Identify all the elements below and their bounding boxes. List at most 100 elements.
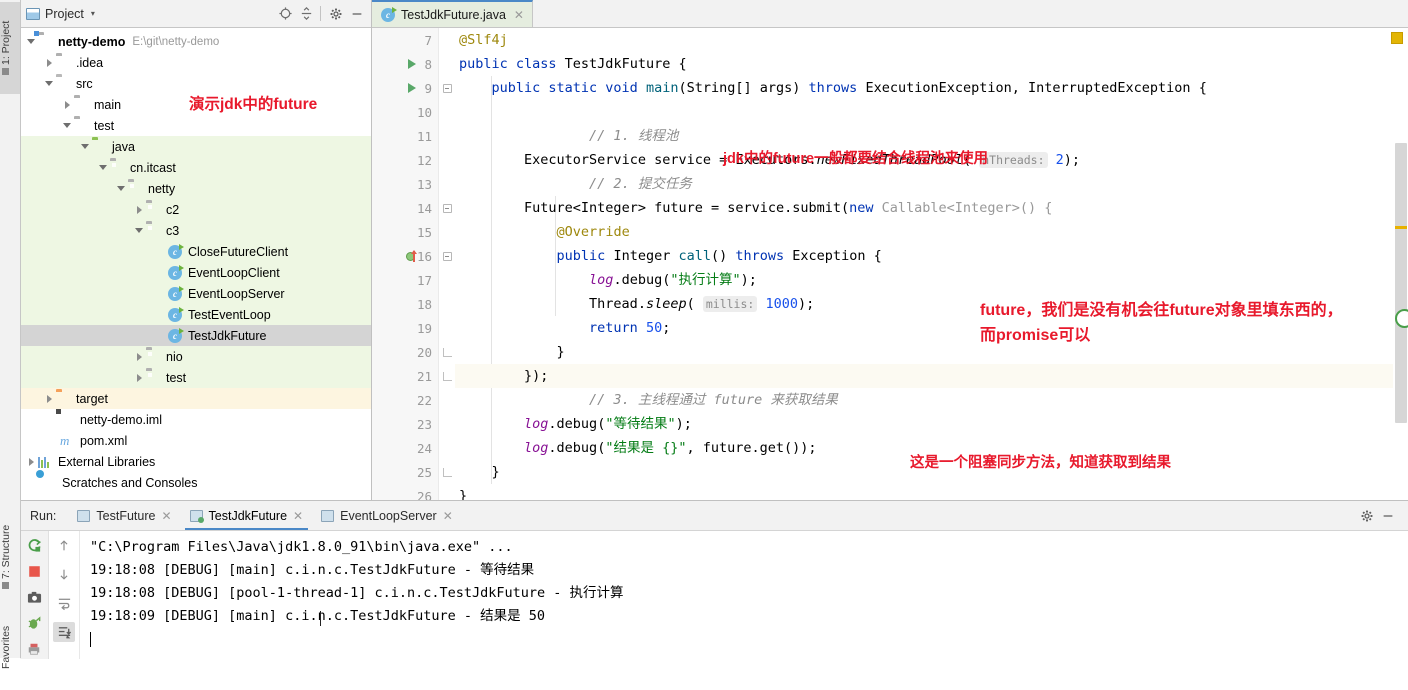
camera-icon[interactable] [23,587,45,607]
close-icon[interactable]: ✕ [161,509,171,523]
up-arrow-icon[interactable] [53,535,75,555]
code-line-16[interactable]: public Integer call() throws Exception { [455,244,1393,268]
tree-item-external-libraries[interactable]: External Libraries [20,451,371,472]
code-line-11[interactable]: // 1. 线程池 [455,124,1393,148]
code-line-17[interactable]: log.debug("执行计算"); [455,268,1393,292]
tree-item-c3[interactable]: c3 [20,220,371,241]
fold-collapse-icon[interactable] [442,251,452,261]
gear-icon[interactable] [1357,506,1377,526]
chevron-down-icon[interactable] [114,182,128,196]
soft-wrap-icon[interactable] [53,593,75,613]
tree-item-event-loop-server[interactable]: c EventLoopServer [20,283,371,304]
tool-tab-structure[interactable]: 7: Structure [0,508,20,606]
tree-item-cn-itcast[interactable]: cn.itcast [20,157,371,178]
down-arrow-icon[interactable] [53,564,75,584]
code-line-22[interactable]: // 3. 主线程通过 future 来获取结果 [455,388,1393,412]
code-line-21[interactable]: }); [455,364,1393,388]
chevron-down-icon[interactable] [96,161,110,175]
editor-gutter[interactable]: 7 8 9 10 11 12 13 14 15 16 17 18 19 20 2… [372,28,439,500]
tree-item-test-event-loop[interactable]: c TestEventLoop [20,304,371,325]
code-line-15[interactable]: @Override [455,220,1393,244]
tree-item-test-jdk-future[interactable]: c TestJdkFuture [20,325,371,346]
close-icon[interactable]: ✕ [293,509,303,523]
locate-icon[interactable] [275,4,295,24]
run-tab-test-jdk-future[interactable]: TestJdkFuture ✕ [181,501,313,530]
chevron-right-icon[interactable] [42,56,56,70]
chevron-down-icon[interactable] [60,119,74,133]
inspection-status-badge[interactable] [1391,32,1403,44]
code-editor[interactable]: 7 8 9 10 11 12 13 14 15 16 17 18 19 20 2… [372,28,1408,500]
fold-collapse-icon[interactable] [442,83,452,93]
tree-item-test[interactable]: test [20,115,371,136]
tree-item-netty-demo[interactable]: netty-demo E:\git\netty-demo [20,31,371,52]
chevron-down-icon[interactable] [78,140,92,154]
editor-scrollbar[interactable] [1393,28,1408,500]
tree-item-src[interactable]: src [20,73,371,94]
code-line-23[interactable]: log.debug("等待结果"); [455,412,1393,436]
rerun-icon[interactable] [23,535,45,555]
fold-slot[interactable] [439,460,455,484]
tool-tab-project[interactable]: 1: Project [0,2,20,94]
warning-marker[interactable] [1395,226,1407,229]
scrollbar-thumb[interactable] [1395,143,1407,423]
chevron-right-icon[interactable] [60,98,74,112]
chevron-down-icon[interactable] [24,35,38,49]
stop-icon[interactable] [23,561,45,581]
tree-item-java[interactable]: java [20,136,371,157]
code-line-13[interactable]: // 2. 提交任务 [455,172,1393,196]
chevron-right-icon[interactable] [24,455,38,469]
project-tree[interactable]: 演示jdk中的future netty-demo E:\git\netty-de… [20,28,371,500]
override-method-icon[interactable] [406,249,417,262]
run-tab-event-loop-server[interactable]: EventLoopServer ✕ [312,501,462,530]
tree-item-close-future-client[interactable]: c CloseFutureClient [20,241,371,262]
tree-item-netty[interactable]: netty [20,178,371,199]
chevron-right-icon[interactable] [132,350,146,364]
breakpoint-indicator-icon[interactable] [1395,309,1408,328]
scroll-to-end-icon[interactable] [53,622,75,642]
run-gutter-icon[interactable] [408,59,416,69]
code-content[interactable]: @Slf4j public class TestJdkFuture { publ… [455,28,1393,500]
collapse-all-icon[interactable] [296,4,316,24]
minimize-icon[interactable] [347,4,367,24]
code-line-14[interactable]: Future<Integer> future = service.submit(… [455,196,1393,220]
tree-item-test-pkg[interactable]: test [20,367,371,388]
fold-slot[interactable] [439,340,455,364]
close-icon[interactable]: ✕ [443,509,453,523]
tree-item-pom-xml[interactable]: m pom.xml [20,430,371,451]
fold-slot[interactable] [439,364,455,388]
code-line-26[interactable]: } [455,484,1393,500]
code-line-7[interactable]: @Slf4j [455,28,1393,52]
console-output[interactable]: "C:\Program Files\Java\jdk1.8.0_91\bin\j… [80,531,1408,659]
chevron-right-icon[interactable] [132,203,146,217]
tree-item-netty-demo-iml[interactable]: netty-demo.iml [20,409,371,430]
run-gutter-icon[interactable] [408,83,416,93]
fold-end-icon[interactable] [442,467,452,477]
chevron-down-icon[interactable] [42,77,56,91]
print-icon[interactable] [23,639,45,659]
code-line-8[interactable]: public class TestJdkFuture { [455,52,1393,76]
minimize-icon[interactable] [1378,506,1398,526]
chevron-right-icon[interactable] [132,371,146,385]
tree-item-event-loop-client[interactable]: c EventLoopClient [20,262,371,283]
fold-slot[interactable] [439,244,455,268]
code-line-10[interactable] [455,100,1393,124]
tool-tab-favorites[interactable]: Favorites [0,604,20,690]
run-tab-test-future[interactable]: TestFuture ✕ [68,501,180,530]
chevron-down-icon[interactable]: ▾ [91,9,95,18]
fold-collapse-icon[interactable] [442,203,452,213]
tree-item-idea[interactable]: .idea [20,52,371,73]
close-icon[interactable]: ✕ [514,8,524,22]
tree-item-c2[interactable]: c2 [20,199,371,220]
chevron-down-icon[interactable] [132,224,146,238]
tree-item-scratches-and-consoles[interactable]: Scratches and Consoles [20,472,371,493]
fold-end-icon[interactable] [442,347,452,357]
chevron-right-icon[interactable] [42,392,56,406]
fold-column[interactable] [439,28,455,500]
tree-item-target[interactable]: target [20,388,371,409]
fold-slot[interactable] [439,76,455,100]
editor-tab-test-jdk-future[interactable]: c TestJdkFuture.java ✕ [372,0,533,27]
fold-slot[interactable] [439,196,455,220]
fold-end-icon[interactable] [442,371,452,381]
tree-item-nio[interactable]: nio [20,346,371,367]
gear-icon[interactable] [326,4,346,24]
